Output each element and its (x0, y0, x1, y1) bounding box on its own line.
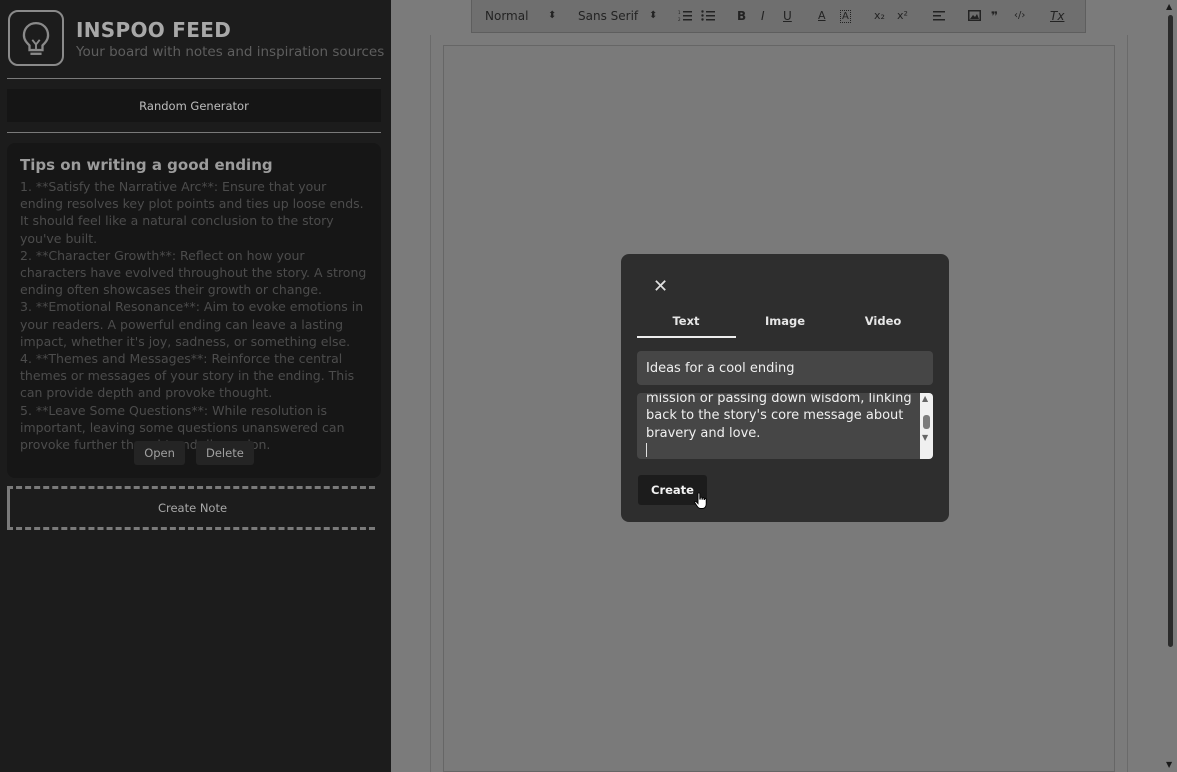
tab-image[interactable]: Image (736, 314, 834, 328)
code-icon[interactable]: ‹/› (1014, 10, 1025, 21)
note-body: 1. **Satisfy the Narrative Arc**: Ensure… (20, 179, 367, 453)
note-actions: Open Delete (7, 441, 381, 465)
svg-text:1: 1 (678, 10, 681, 15)
tab-video[interactable]: Video (834, 314, 932, 328)
editor-toolbar: Normal ⬍ Sans Serif ⬍ 12 B I U A A x₂ x²… (471, 0, 1086, 33)
font-select[interactable]: Sans Serif (578, 9, 638, 23)
create-note-modal: ✕ Text Image Video Ideas for a cool endi… (621, 254, 949, 522)
scroll-down-icon[interactable]: ▼ (922, 433, 928, 442)
app-title: INSPOO FEED (76, 18, 232, 42)
heading-select[interactable]: Normal (485, 9, 528, 23)
image-icon[interactable] (968, 10, 981, 24)
tab-text[interactable]: Text (637, 314, 735, 328)
bold-icon[interactable]: B (737, 9, 746, 23)
clear-format-icon[interactable]: Tx (1050, 9, 1064, 23)
blockquote-icon[interactable]: ❞ (991, 9, 998, 23)
divider (7, 78, 381, 79)
text-color-icon[interactable]: A (818, 9, 826, 22)
note-title-input[interactable]: Ideas for a cool ending (637, 351, 933, 385)
heading-select-arrow-icon: ⬍ (548, 10, 557, 21)
note-title: Tips on writing a good ending (20, 156, 273, 174)
bullet-list-icon[interactable] (701, 9, 715, 25)
subscript-icon[interactable]: x₂ (874, 9, 885, 22)
background-color-icon[interactable]: A (840, 10, 851, 23)
create-note-button[interactable]: Create Note (7, 486, 375, 530)
textarea-scrollbar[interactable]: ▲ ▼ (920, 393, 933, 459)
note-card: Tips on writing a good ending 1. **Satis… (7, 143, 381, 478)
sidebar: INSPOO FEED Your board with notes and in… (0, 0, 391, 772)
active-tab-indicator (637, 336, 736, 338)
note-content-text: mission or passing down wisdom, linking … (646, 393, 912, 441)
scroll-down-icon[interactable]: ▼ (1166, 760, 1172, 769)
note-content-textarea[interactable]: mission or passing down wisdom, linking … (637, 393, 933, 459)
page-scrollbar[interactable]: ▲ ▼ (1164, 0, 1177, 772)
lightbulb-icon (8, 10, 64, 66)
random-generator-button[interactable]: Random Generator (7, 89, 381, 122)
app-subtitle: Your board with notes and inspiration so… (76, 44, 385, 60)
ordered-list-icon[interactable]: 12 (678, 9, 692, 25)
close-icon[interactable]: ✕ (653, 276, 668, 297)
underline-icon[interactable]: U (783, 9, 792, 23)
italic-icon[interactable]: I (761, 9, 765, 23)
superscript-icon[interactable]: x² (897, 9, 908, 22)
text-caret (646, 443, 647, 457)
editor-border (1127, 35, 1128, 772)
hand-pointer-icon (694, 492, 707, 509)
editor-border (430, 35, 431, 772)
svg-text:2: 2 (678, 17, 681, 22)
delete-note-button[interactable]: Delete (196, 441, 254, 465)
open-note-button[interactable]: Open (134, 441, 185, 465)
scroll-up-icon[interactable]: ▲ (922, 394, 928, 403)
divider (7, 132, 381, 133)
font-select-arrow-icon: ⬍ (649, 10, 658, 21)
scroll-up-icon[interactable]: ▲ (1166, 2, 1172, 11)
textarea-scroll-thumb[interactable] (923, 415, 930, 429)
align-icon[interactable] (933, 10, 946, 25)
scrollbar-thumb[interactable] (1168, 15, 1173, 647)
